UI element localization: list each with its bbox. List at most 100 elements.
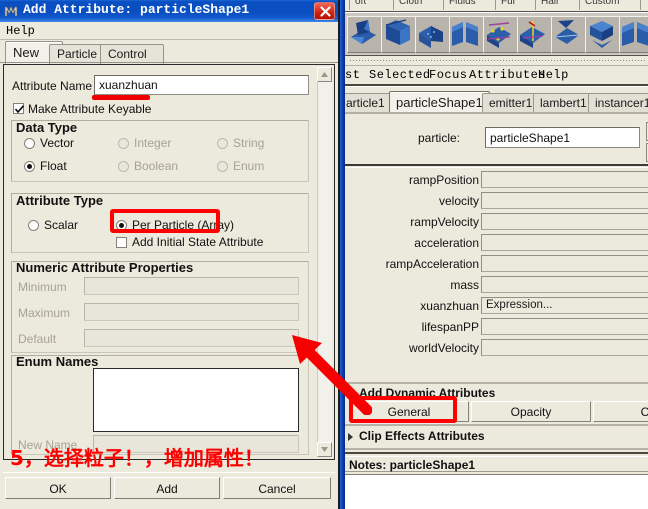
node-tab-instancer1[interactable]: instancer1 <box>588 93 648 113</box>
attr-row-xuanzhuan: xuanzhuan Expression... <box>345 296 648 316</box>
radio-scalar[interactable] <box>28 220 39 231</box>
editor-menu-bar: st Selected Focus Attributes Help <box>345 66 648 85</box>
label-boolean: Boolean <box>134 159 179 173</box>
add-initial-state-label: Add Initial State Attribute <box>132 235 264 249</box>
opacity-button[interactable]: Opacity <box>471 401 591 422</box>
attribute-list: rampPosition velocity rampVelocity accel… <box>345 170 648 378</box>
attr-field[interactable] <box>481 192 648 209</box>
node-tab-particleShape1[interactable]: particleShape1 <box>389 91 490 113</box>
attr-row-rampPosition: rampPosition <box>345 170 648 190</box>
label-integer: Integer <box>134 136 172 150</box>
add-dynamic-attributes-header[interactable]: Add Dynamic Attributes <box>345 385 648 402</box>
make-keyable-label: Make Attribute Keyable <box>28 102 152 116</box>
menu-focus[interactable]: Focus <box>429 68 468 82</box>
attr-label: lifespanPP <box>421 320 479 334</box>
attr-label: worldVelocity <box>408 341 479 355</box>
menu-divider <box>345 84 648 87</box>
add-attribute-dialog: Add Attribute: particleShape1 Help New P… <box>0 0 340 509</box>
shelf-tab-hair[interactable]: Hair <box>535 0 585 10</box>
attr-field[interactable] <box>481 255 648 272</box>
node-tab-particle1[interactable]: article1 <box>345 93 392 113</box>
expand-arrow-icon <box>348 390 353 398</box>
enum-names-list[interactable] <box>93 368 299 432</box>
close-icon[interactable] <box>314 2 335 20</box>
add-initial-state-checkbox[interactable] <box>116 237 127 248</box>
attr-value: Expression... <box>486 299 553 311</box>
polygon-split-icon[interactable] <box>347 16 382 53</box>
attr-field[interactable] <box>481 339 648 356</box>
polygon-extract-icon[interactable] <box>483 16 518 53</box>
shelf-tab-cloth[interactable]: Cloth <box>393 0 449 10</box>
particle-name-input[interactable]: particleShape1 <box>485 127 640 148</box>
expand-arrow-icon <box>348 433 353 441</box>
panel-scrollbar[interactable] <box>317 67 332 457</box>
attr-label: xuanzhuan <box>420 299 479 313</box>
node-tab-emitter1[interactable]: emitter1 <box>482 93 540 113</box>
section-divider <box>345 164 648 168</box>
tab-control[interactable]: Control <box>100 44 164 64</box>
annotation-underline-attribute-name <box>92 95 150 100</box>
add-button[interactable]: Add <box>114 477 220 499</box>
ok-button[interactable]: OK <box>5 477 111 499</box>
scroll-track[interactable] <box>317 82 332 442</box>
node-tab-lambert1[interactable]: lambert1 <box>533 93 594 113</box>
default-input[interactable] <box>84 329 299 347</box>
polygon-mirror-icon[interactable] <box>619 16 648 53</box>
radio-boolean <box>118 161 129 172</box>
clip-divider-top <box>345 424 648 426</box>
menu-help[interactable]: Help <box>6 24 35 38</box>
label-vector: Vector <box>40 136 75 150</box>
shelf-tab-fluids[interactable]: Fluids <box>443 0 501 10</box>
polygon-duplicate-icon[interactable] <box>449 16 484 53</box>
polygon-triangulate-icon[interactable] <box>551 16 586 53</box>
minimum-input[interactable] <box>84 277 299 295</box>
general-button[interactable]: General <box>349 401 469 422</box>
cancel-button[interactable]: Cancel <box>223 477 331 499</box>
maya-m-icon <box>3 3 19 19</box>
attribute-name-input[interactable]: xuanzhuan <box>94 75 309 95</box>
shelf-tab-custom[interactable]: Custom <box>579 0 641 10</box>
menu-help[interactable]: Help <box>538 68 569 82</box>
attr-field[interactable] <box>481 276 648 293</box>
scroll-up-icon[interactable] <box>317 67 332 82</box>
notes-text-area[interactable] <box>345 474 648 509</box>
attr-field[interactable] <box>481 234 648 251</box>
attr-field[interactable] <box>481 171 648 188</box>
label-scalar: Scalar <box>44 218 79 232</box>
polygon-collapse-icon[interactable] <box>585 16 620 53</box>
scroll-down-icon[interactable] <box>317 442 332 457</box>
dialog-menu-bar: Help <box>0 22 338 40</box>
attr-field[interactable] <box>481 318 648 335</box>
menu-list[interactable]: st <box>345 68 360 82</box>
dynamic-divider-top <box>345 382 648 384</box>
polygon-merge-icon[interactable] <box>517 16 552 53</box>
make-keyable-checkbox[interactable] <box>13 103 25 114</box>
enum-names-title: Enum Names <box>16 354 99 369</box>
radio-per-particle[interactable] <box>116 220 127 231</box>
clip-effects-attributes-header[interactable]: Clip Effects Attributes <box>345 428 648 445</box>
attr-field[interactable]: Expression... <box>481 297 648 314</box>
notes-divider <box>345 452 648 454</box>
label-per-particle: Per Particle (Array) <box>132 218 235 232</box>
add-dynamic-buttons-row: General Opacity Colo <box>345 401 648 422</box>
attr-label: mass <box>450 278 479 292</box>
shelf-tab-soft[interactable]: oft <box>349 0 399 10</box>
shelf-tab-bar: oft Cloth Fluids Fur Hair Custom <box>345 0 648 12</box>
dialog-tabs-divider <box>0 62 338 63</box>
label-string: String <box>233 136 265 150</box>
dialog-title-bar[interactable]: Add Attribute: particleShape1 <box>0 0 338 22</box>
menu-selected[interactable]: Selected <box>369 68 431 82</box>
color-button[interactable]: Colo <box>593 401 648 422</box>
radio-enum <box>217 161 228 172</box>
maximum-input[interactable] <box>84 303 299 321</box>
menu-attributes[interactable]: Attributes <box>469 68 546 82</box>
attr-field[interactable] <box>481 213 648 230</box>
attr-label: acceleration <box>414 236 479 250</box>
shelf-icon-bar <box>345 12 648 57</box>
dialog-panel-body: Attribute Name xuanzhuan Make Attribute … <box>3 64 335 460</box>
polygon-poke-icon[interactable] <box>415 16 450 53</box>
annotation-chinese-note: 5，选择粒子！，增加属性！ <box>10 446 264 470</box>
radio-vector[interactable] <box>24 138 35 149</box>
polygon-wedge-icon[interactable] <box>381 16 416 53</box>
radio-float[interactable] <box>24 161 35 172</box>
